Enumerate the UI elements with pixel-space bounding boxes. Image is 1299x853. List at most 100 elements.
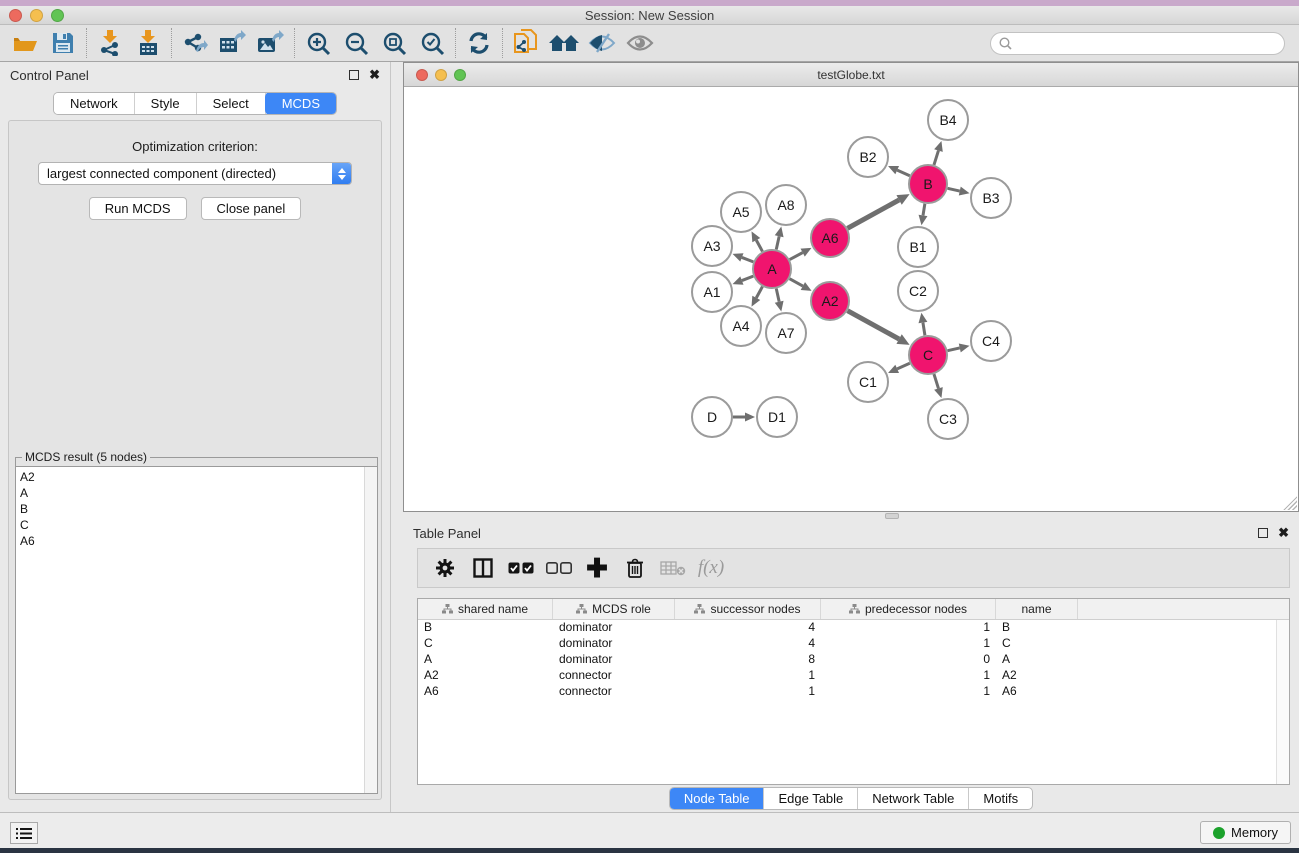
cell-shared-name[interactable]: B: [418, 620, 553, 636]
create-column-button[interactable]: ✚: [580, 552, 614, 584]
cell-mcds-role[interactable]: dominator: [553, 636, 675, 652]
export-table-button[interactable]: [214, 27, 252, 59]
column-header-name[interactable]: name: [996, 599, 1078, 619]
graph-edge-B-B4[interactable]: [934, 151, 938, 165]
cell-name[interactable]: B: [996, 620, 1078, 636]
graph-edge-A2-C[interactable]: [848, 311, 900, 339]
show-all-columns-button[interactable]: [504, 552, 538, 584]
tab-network[interactable]: Network: [54, 93, 135, 114]
graph-edge-C-C1[interactable]: [897, 363, 910, 369]
tab-motifs[interactable]: Motifs: [969, 788, 1032, 809]
cell-predecessor-nodes[interactable]: 0: [821, 652, 996, 668]
memory-button[interactable]: Memory: [1200, 821, 1291, 844]
horizontal-splitter[interactable]: [403, 512, 1299, 520]
home-button[interactable]: [545, 27, 583, 59]
cell-successor-nodes[interactable]: 1: [675, 684, 821, 700]
table-settings-button[interactable]: [428, 552, 462, 584]
window-resize-grip[interactable]: [1283, 496, 1297, 510]
tab-style[interactable]: Style: [135, 93, 197, 114]
graph-edge-A-A8[interactable]: [776, 236, 779, 249]
show-panels-button[interactable]: [621, 27, 659, 59]
cell-shared-name[interactable]: A: [418, 652, 553, 668]
import-table-button[interactable]: [129, 27, 167, 59]
graph-edge-C-C3[interactable]: [934, 374, 938, 388]
network-graph[interactable]: B4B2BB3A8A5A6A3B1AC2A1A2A4A7C4CC1DD1C3: [404, 87, 1298, 511]
graph-edge-A-A7[interactable]: [776, 289, 779, 302]
graph-edge-C-C4[interactable]: [948, 348, 960, 351]
tab-select[interactable]: Select: [197, 93, 266, 114]
result-item[interactable]: A2: [20, 469, 360, 485]
table-row[interactable]: C dominator 4 1 C: [418, 636, 1289, 652]
cell-mcds-role[interactable]: connector: [553, 668, 675, 684]
refresh-view-button[interactable]: [460, 27, 498, 59]
cell-name[interactable]: A: [996, 652, 1078, 668]
zoom-in-button[interactable]: [299, 27, 337, 59]
cell-name[interactable]: C: [996, 636, 1078, 652]
cell-name[interactable]: A2: [996, 668, 1078, 684]
graph-edge-B-B1[interactable]: [923, 204, 925, 216]
network-canvas[interactable]: B4B2BB3A8A5A6A3B1AC2A1A2A4A7C4CC1DD1C3: [404, 87, 1298, 511]
zoom-selected-button[interactable]: [413, 27, 451, 59]
close-panel-icon[interactable]: ✖: [369, 70, 380, 80]
tab-node-table[interactable]: Node Table: [670, 788, 765, 809]
open-session-button[interactable]: [6, 27, 44, 59]
table-row[interactable]: B dominator 4 1 B: [418, 620, 1289, 636]
result-item[interactable]: C: [20, 517, 360, 533]
table-row[interactable]: A dominator 8 0 A: [418, 652, 1289, 668]
save-session-button[interactable]: [44, 27, 82, 59]
cell-mcds-role[interactable]: dominator: [553, 652, 675, 668]
import-network-button[interactable]: [91, 27, 129, 59]
float-table-panel-icon[interactable]: [1258, 528, 1268, 538]
cell-mcds-role[interactable]: dominator: [553, 620, 675, 636]
result-item[interactable]: A6: [20, 533, 360, 549]
splitter-handle[interactable]: [885, 513, 899, 519]
close-panel-button[interactable]: Close panel: [201, 197, 302, 220]
hide-panels-button[interactable]: [583, 27, 621, 59]
hide-all-columns-button[interactable]: [542, 552, 576, 584]
cell-predecessor-nodes[interactable]: 1: [821, 668, 996, 684]
graph-edge-A-A3[interactable]: [742, 257, 753, 261]
cell-predecessor-nodes[interactable]: 1: [821, 620, 996, 636]
graph-edge-C-C2[interactable]: [923, 323, 925, 336]
table-row[interactable]: A6 connector 1 1 A6: [418, 684, 1289, 700]
graph-edge-B-B2[interactable]: [897, 170, 910, 176]
result-scrollbar[interactable]: [364, 467, 377, 793]
delete-columns-button[interactable]: [618, 552, 652, 584]
tab-edge-table[interactable]: Edge Table: [764, 788, 858, 809]
criterion-select[interactable]: largest connected component (directed): [38, 162, 352, 185]
cell-name[interactable]: A6: [996, 684, 1078, 700]
column-header-shared-name[interactable]: shared name: [418, 599, 553, 619]
cell-predecessor-nodes[interactable]: 1: [821, 636, 996, 652]
graph-edge-A-A4[interactable]: [756, 287, 762, 298]
cell-successor-nodes[interactable]: 1: [675, 668, 821, 684]
graph-edge-B-B3[interactable]: [948, 188, 960, 191]
run-mcds-button[interactable]: Run MCDS: [89, 197, 187, 220]
graph-edge-A-A1[interactable]: [742, 276, 753, 280]
column-header-mcds-role[interactable]: MCDS role: [553, 599, 675, 619]
task-history-button[interactable]: [10, 822, 38, 844]
zoom-fit-button[interactable]: [375, 27, 413, 59]
close-table-panel-icon[interactable]: ✖: [1278, 528, 1289, 538]
cell-mcds-role[interactable]: connector: [553, 684, 675, 700]
split-table-button[interactable]: [466, 552, 500, 584]
tab-network-table[interactable]: Network Table: [858, 788, 969, 809]
float-panel-icon[interactable]: [349, 70, 359, 80]
tab-mcds[interactable]: MCDS: [265, 92, 337, 115]
search-input[interactable]: [1017, 36, 1276, 50]
delete-table-button[interactable]: [656, 552, 690, 584]
cell-shared-name[interactable]: C: [418, 636, 553, 652]
result-item[interactable]: B: [20, 501, 360, 517]
cell-successor-nodes[interactable]: 4: [675, 620, 821, 636]
table-row[interactable]: A2 connector 1 1 A2: [418, 668, 1289, 684]
export-network-button[interactable]: [176, 27, 214, 59]
session-details-button[interactable]: [507, 27, 545, 59]
graph-edge-A-A6[interactable]: [790, 253, 803, 260]
cell-shared-name[interactable]: A2: [418, 668, 553, 684]
cell-successor-nodes[interactable]: 4: [675, 636, 821, 652]
result-item[interactable]: A: [20, 485, 360, 501]
cell-successor-nodes[interactable]: 8: [675, 652, 821, 668]
column-header-predecessor-nodes[interactable]: predecessor nodes: [821, 599, 996, 619]
cell-shared-name[interactable]: A6: [418, 684, 553, 700]
cell-predecessor-nodes[interactable]: 1: [821, 684, 996, 700]
column-header-successor-nodes[interactable]: successor nodes: [675, 599, 821, 619]
